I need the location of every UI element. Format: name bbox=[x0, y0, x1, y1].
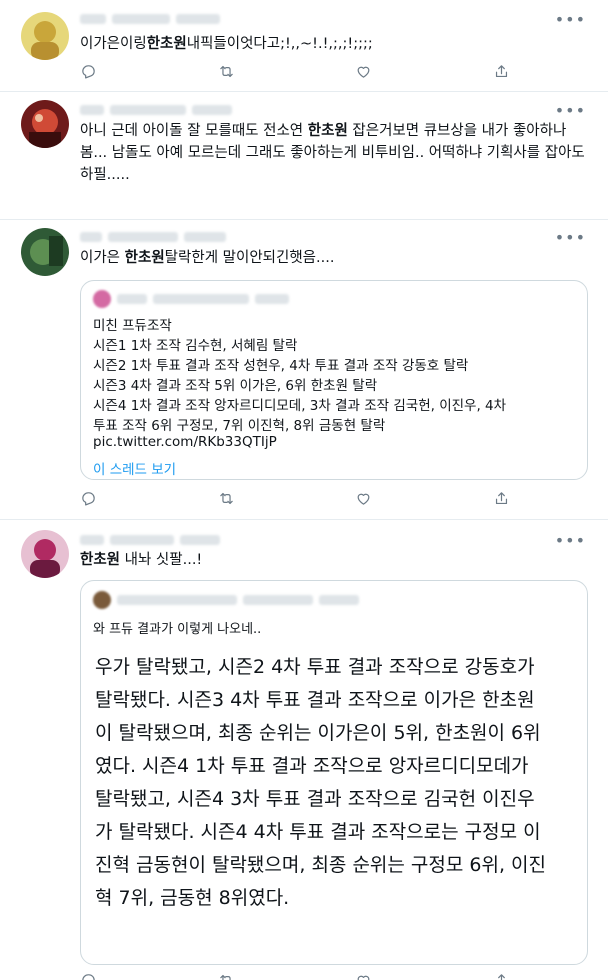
avatar[interactable] bbox=[21, 100, 69, 148]
like-button[interactable] bbox=[355, 490, 372, 507]
quoted-tweet[interactable]: 와 프듀 결과가 이렇게 나오네.. 우가 탈락됐고, 시즌2 4차 투표 결과… bbox=[80, 580, 588, 965]
quote-line: 미친 프듀조작 bbox=[93, 318, 172, 334]
user-meta bbox=[80, 103, 232, 117]
image-text-line: 탈락됐다. 시즌3 4차 투표 결과 조작으로 이가은 한초원 bbox=[95, 689, 535, 711]
tweet-actions bbox=[80, 61, 510, 81]
tweet-1[interactable]: ••• 이가은이링한초원내픽들이엇다고;!,,~!.!,;,;!;;;; bbox=[0, 0, 608, 92]
reply-button[interactable] bbox=[80, 972, 97, 980]
user-meta bbox=[80, 533, 220, 547]
user-meta bbox=[80, 12, 220, 26]
reply-icon bbox=[82, 491, 95, 505]
show-thread-link[interactable]: 이 스레드 보기 bbox=[93, 458, 176, 478]
heart-icon bbox=[357, 975, 370, 980]
tweet-text: 이가은 한초원탈락한게 말이안되긴햇음.... bbox=[80, 250, 335, 266]
reply-icon bbox=[82, 973, 95, 980]
retweet-button[interactable] bbox=[218, 63, 235, 80]
tweet-text: 이가은이링한초원내픽들이엇다고;!,,~!.!,;,;!;;;; bbox=[80, 36, 373, 52]
quote-subtitle: 와 프듀 결과가 이렇게 나오네.. bbox=[93, 622, 262, 637]
image-text-line: 우가 탈락됐고, 시즌2 4차 투표 결과 조작으로 강동호가 bbox=[95, 656, 535, 678]
like-button[interactable] bbox=[355, 972, 372, 980]
reply-button[interactable] bbox=[80, 63, 97, 80]
retweet-icon bbox=[219, 492, 233, 504]
share-icon bbox=[495, 64, 508, 77]
avatar[interactable] bbox=[21, 228, 69, 276]
avatar[interactable] bbox=[21, 12, 69, 60]
quote-line: 시즌3 4차 결과 조작 5위 이가은, 6위 한초원 탈락 bbox=[93, 378, 378, 394]
share-button[interactable] bbox=[493, 972, 510, 980]
image-text-line: 혁 7위, 금동현 8위였다. bbox=[95, 887, 290, 909]
share-button[interactable] bbox=[493, 63, 510, 80]
quoted-user-meta bbox=[93, 290, 289, 308]
like-button[interactable] bbox=[355, 63, 372, 80]
heart-icon bbox=[357, 493, 370, 505]
more-icon[interactable]: ••• bbox=[555, 12, 586, 28]
quoted-image[interactable]: 우가 탈락됐고, 시즌2 4차 투표 결과 조작으로 강동호가 탈락됐다. 시즌… bbox=[81, 643, 587, 965]
quoted-avatar bbox=[93, 290, 111, 308]
image-text-line: 가 탈락됐다. 시즌4 4차 투표 결과 조작으로는 구정모 이 bbox=[95, 821, 541, 843]
tweet-2[interactable]: ••• 아니 근데 아이돌 잘 모를때도 전소연 한초원 잡은거보면 큐브상을 … bbox=[0, 92, 608, 220]
retweet-icon bbox=[219, 974, 231, 980]
quoted-user-meta bbox=[93, 591, 359, 609]
retweet-button[interactable] bbox=[218, 490, 235, 507]
tweet-actions bbox=[80, 970, 510, 980]
share-button[interactable] bbox=[493, 490, 510, 507]
reply-button[interactable] bbox=[80, 490, 97, 507]
image-text-line: 이 탈락됐으며, 최종 순위는 이가은이 5위, 한초원이 6위 bbox=[95, 722, 541, 744]
image-text-line: 탈락됐고, 시즌4 3차 투표 결과 조작으로 김국헌 이진우 bbox=[95, 788, 535, 810]
image-text-line: 였다. 시즌4 1차 투표 결과 조작으로 앙자르디디모데가 bbox=[95, 755, 529, 777]
image-text-line: 진혁 금동현이 탈락됐으며, 최종 순위는 구정모 6위, 이진 bbox=[95, 854, 547, 876]
more-icon[interactable]: ••• bbox=[555, 230, 586, 246]
share-icon bbox=[495, 491, 508, 504]
quote-line: 투표 조작 6위 구정모, 7위 이진혁, 8위 금동현 탈락 bbox=[93, 418, 386, 434]
reply-icon bbox=[82, 64, 95, 78]
tweet-4[interactable]: ••• 한초원 내놔 싯팔...! 와 프듀 결과가 이렇게 나오네.. 우가 … bbox=[0, 520, 608, 980]
quoted-avatar bbox=[93, 591, 111, 609]
tweet-actions bbox=[80, 488, 510, 508]
quote-line: 시즌4 1차 결과 조작 앙자르디디모데, 3차 결과 조작 김국헌, 이진우,… bbox=[93, 398, 507, 414]
more-icon[interactable]: ••• bbox=[555, 533, 586, 549]
tweet-3[interactable]: ••• 이가은 한초원탈락한게 말이안되긴햇음.... 미친 프듀조작 시즌1 … bbox=[0, 220, 608, 520]
heart-icon bbox=[357, 66, 370, 78]
avatar[interactable] bbox=[21, 530, 69, 578]
user-meta bbox=[80, 230, 226, 244]
quote-line: 시즌2 1차 투표 결과 조작 성현우, 4차 투표 결과 조작 강동호 탈락 bbox=[93, 358, 469, 374]
quoted-tweet[interactable]: 미친 프듀조작 시즌1 1차 조작 김수현, 서혜림 탈락 시즌2 1차 투표 … bbox=[80, 280, 588, 480]
tweet-text: 아니 근데 아이돌 잘 모를때도 전소연 한초원 잡은거보면 큐브상을 내가 좋… bbox=[80, 123, 585, 183]
quote-link[interactable]: pic.twitter.com/RKb33QTIjP bbox=[93, 434, 277, 450]
tweet-text: 한초원 내놔 싯팔...! bbox=[80, 552, 203, 568]
more-icon[interactable]: ••• bbox=[555, 103, 586, 119]
retweet-button[interactable] bbox=[218, 972, 235, 980]
retweet-icon bbox=[219, 65, 233, 77]
quote-line: 시즌1 1차 조작 김수현, 서혜림 탈락 bbox=[93, 338, 298, 354]
share-icon bbox=[498, 973, 505, 980]
